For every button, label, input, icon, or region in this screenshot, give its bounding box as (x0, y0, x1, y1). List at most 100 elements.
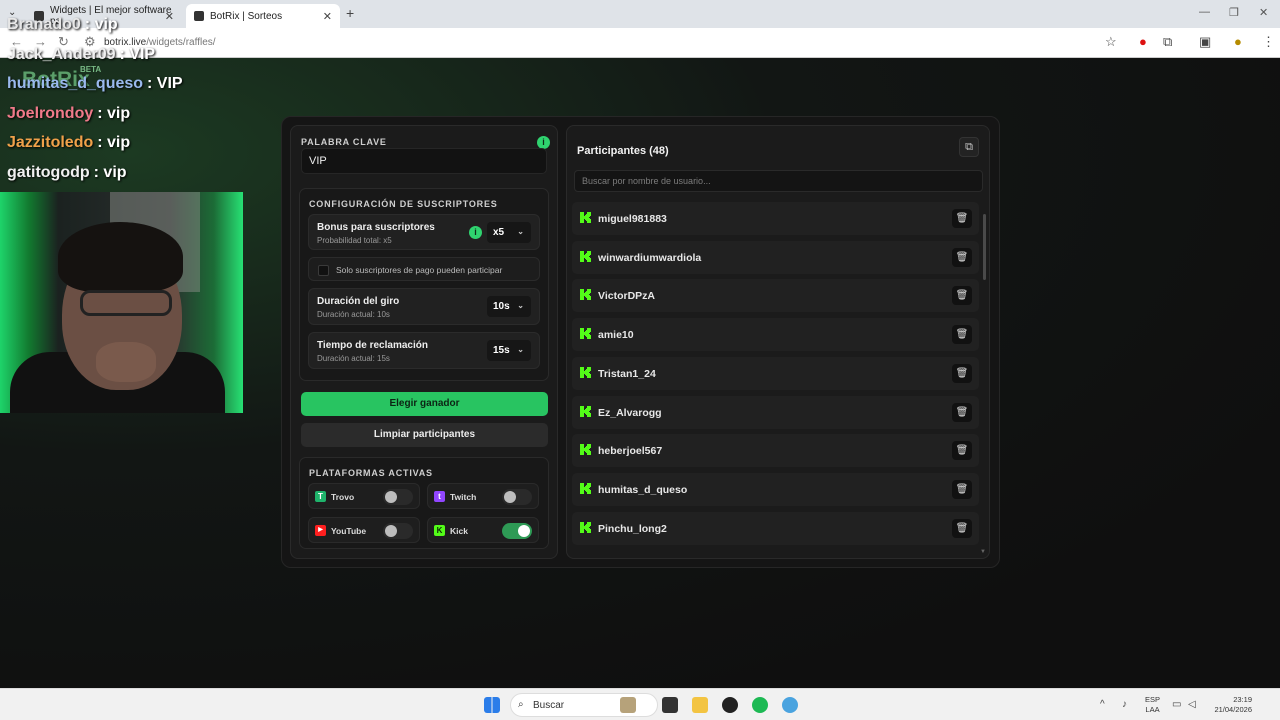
chat-message: gatitogodp: vip (7, 164, 127, 182)
chat-username: humitas_d_queso (7, 75, 144, 93)
delete-participant-icon[interactable]: 🗑 (952, 363, 972, 383)
platform-twitch: t Twitch (427, 483, 539, 509)
volume-icon[interactable]: ◁ (1188, 699, 1196, 710)
window-close-icon[interactable]: ✕ (1259, 6, 1268, 19)
bonus-multiplier-select[interactable]: x5 ⌄ (487, 222, 531, 243)
participant-row: miguel981883 🗑 (572, 202, 979, 235)
paid-only-row[interactable]: Solo suscriptores de pago pueden partici… (308, 257, 540, 281)
raffle-settings-column: PALABRA CLAVE i CONFIGURACIÓN DE SUSCRIP… (290, 125, 558, 559)
weather-widget-icon[interactable] (620, 697, 636, 713)
chevron-down-icon: ⌄ (517, 227, 524, 236)
delete-participant-icon[interactable]: 🗑 (952, 247, 972, 267)
obs-icon[interactable] (722, 697, 738, 713)
participant-search-input[interactable] (574, 170, 983, 192)
restore-icon[interactable]: ❐ (1229, 6, 1239, 19)
spin-duration-title: Duración del giro (317, 296, 400, 307)
keyword-input[interactable] (301, 148, 547, 174)
browser-menu-icon[interactable]: ⋮ (1262, 34, 1275, 50)
participant-username: amie10 (598, 329, 634, 342)
copy-icon[interactable]: ⧉ (959, 137, 979, 157)
botrix-favicon-icon (194, 11, 204, 21)
spotify-icon[interactable] (752, 697, 768, 713)
taskbar-search-label: Buscar (533, 700, 565, 711)
youtube-toggle[interactable] (383, 523, 413, 539)
spin-duration-select[interactable]: 10s ⌄ (487, 296, 531, 317)
kick-icon (580, 212, 591, 223)
participant-row: humitas_d_queso 🗑 (572, 472, 979, 506)
bonus-subtitle: Probabilidad total: x5 (317, 236, 392, 245)
extensions-puzzle-icon[interactable]: ⧉ (1163, 34, 1172, 50)
delete-participant-icon[interactable]: 🗑 (952, 441, 972, 461)
opera-extension-icon[interactable]: ● (1139, 34, 1147, 49)
profile-avatar-icon[interactable]: ● (1234, 34, 1242, 49)
chat-username: Branado0 (7, 16, 81, 33)
chat-username: Joelrondoy (7, 104, 94, 122)
microphone-icon[interactable]: ♪ (1122, 699, 1127, 710)
claim-time-row: Tiempo de reclamación Duración actual: 1… (308, 332, 540, 369)
platform-name: Trovo (331, 492, 355, 502)
windows-start-icon[interactable] (484, 697, 500, 713)
kick-icon (580, 289, 591, 301)
delete-participant-icon[interactable]: 🗑 (952, 325, 972, 345)
paid-only-checkbox[interactable] (318, 265, 329, 276)
bonus-title: Bonus para suscriptores (317, 222, 435, 233)
youtube-icon: ▶ (315, 525, 326, 536)
minimize-icon[interactable]: — (1199, 6, 1210, 18)
subscriber-config-label: CONFIGURACIÓN DE SUSCRIPTORES (309, 199, 498, 209)
streamer-webcam (0, 192, 243, 413)
chrome-icon[interactable] (782, 697, 798, 713)
file-explorer-icon[interactable] (692, 697, 708, 713)
new-tab-icon[interactable]: + (346, 5, 354, 21)
pick-winner-button[interactable]: Elegir ganador (301, 392, 548, 416)
kick-icon (580, 366, 591, 378)
platform-kick: K Kick (427, 517, 539, 543)
chat-username: Jazzitoledo (7, 134, 94, 152)
trovo-toggle[interactable] (383, 489, 413, 505)
participant-list-scrollbar[interactable] (983, 214, 986, 280)
browser-tab-sorteos[interactable]: BotRix | Sorteos ✕ (186, 4, 340, 28)
spin-duration-row: Duración del giro Duración actual: 10s 1… (308, 288, 540, 325)
participant-username: VictorDPzA (598, 290, 655, 303)
close-tab-icon[interactable]: ✕ (165, 10, 174, 23)
chat-text: : VIP (147, 75, 183, 93)
browser-tab-bar: ⌄ Widgets | El mejor software pa ✕ BotRi… (0, 0, 1280, 28)
tray-chevron-icon[interactable]: ^ (1100, 699, 1105, 710)
language-indicator[interactable]: ESP LAA (1145, 695, 1160, 715)
media-control-icon[interactable]: ▣ (1199, 34, 1211, 50)
chat-message: Jazzitoledo: vip (7, 134, 130, 152)
kick-icon (580, 444, 591, 456)
close-tab-icon[interactable]: ✕ (323, 10, 332, 23)
delete-participant-icon[interactable]: 🗑 (952, 209, 972, 228)
platform-name: Kick (450, 526, 468, 536)
bonus-info-icon[interactable]: i (469, 226, 482, 239)
network-icon[interactable]: ▭ (1172, 699, 1181, 710)
claim-time-select[interactable]: 15s ⌄ (487, 340, 531, 361)
bookmark-star-icon[interactable]: ☆ (1105, 34, 1117, 50)
platform-name: YouTube (331, 526, 367, 536)
participant-row: Pinchu_long2 🗑 (572, 511, 979, 545)
kick-toggle[interactable] (502, 523, 532, 539)
task-view-icon[interactable] (662, 697, 678, 713)
spin-duration-subtitle: Duración actual: 10s (317, 310, 390, 319)
delete-participant-icon[interactable]: 🗑 (952, 479, 972, 499)
delete-participant-icon[interactable]: 🗑 (952, 286, 972, 306)
twitch-toggle[interactable] (502, 489, 532, 505)
participants-title: Participantes (48) (577, 145, 669, 157)
delete-participant-icon[interactable]: 🗑 (952, 518, 972, 538)
kick-icon (580, 521, 591, 533)
participant-username: miguel981883 (598, 213, 667, 225)
clear-participants-button[interactable]: Limpiar participantes (301, 423, 548, 447)
tab-title: BotRix | Sorteos (210, 10, 283, 22)
participant-username: Pinchu_long2 (598, 522, 667, 535)
platform-youtube: ▶ YouTube (308, 517, 420, 543)
kick-icon: K (434, 525, 445, 536)
participants-column: Participantes (48) ⧉ miguel981883🗑winwar… (566, 125, 990, 559)
trovo-icon: T (315, 491, 326, 502)
platforms-label: PLATAFORMAS ACTIVAS (309, 468, 433, 478)
kick-icon (580, 405, 591, 417)
delete-participant-icon[interactable]: 🗑 (952, 402, 972, 422)
scroll-down-arrow-icon[interactable]: ▼ (980, 549, 986, 555)
keyword-label: PALABRA CLAVE (301, 137, 387, 147)
system-clock[interactable]: 23:19 21/04/2026 (1206, 695, 1252, 715)
subscriber-bonus-row: Bonus para suscriptores Probabilidad tot… (308, 214, 540, 250)
